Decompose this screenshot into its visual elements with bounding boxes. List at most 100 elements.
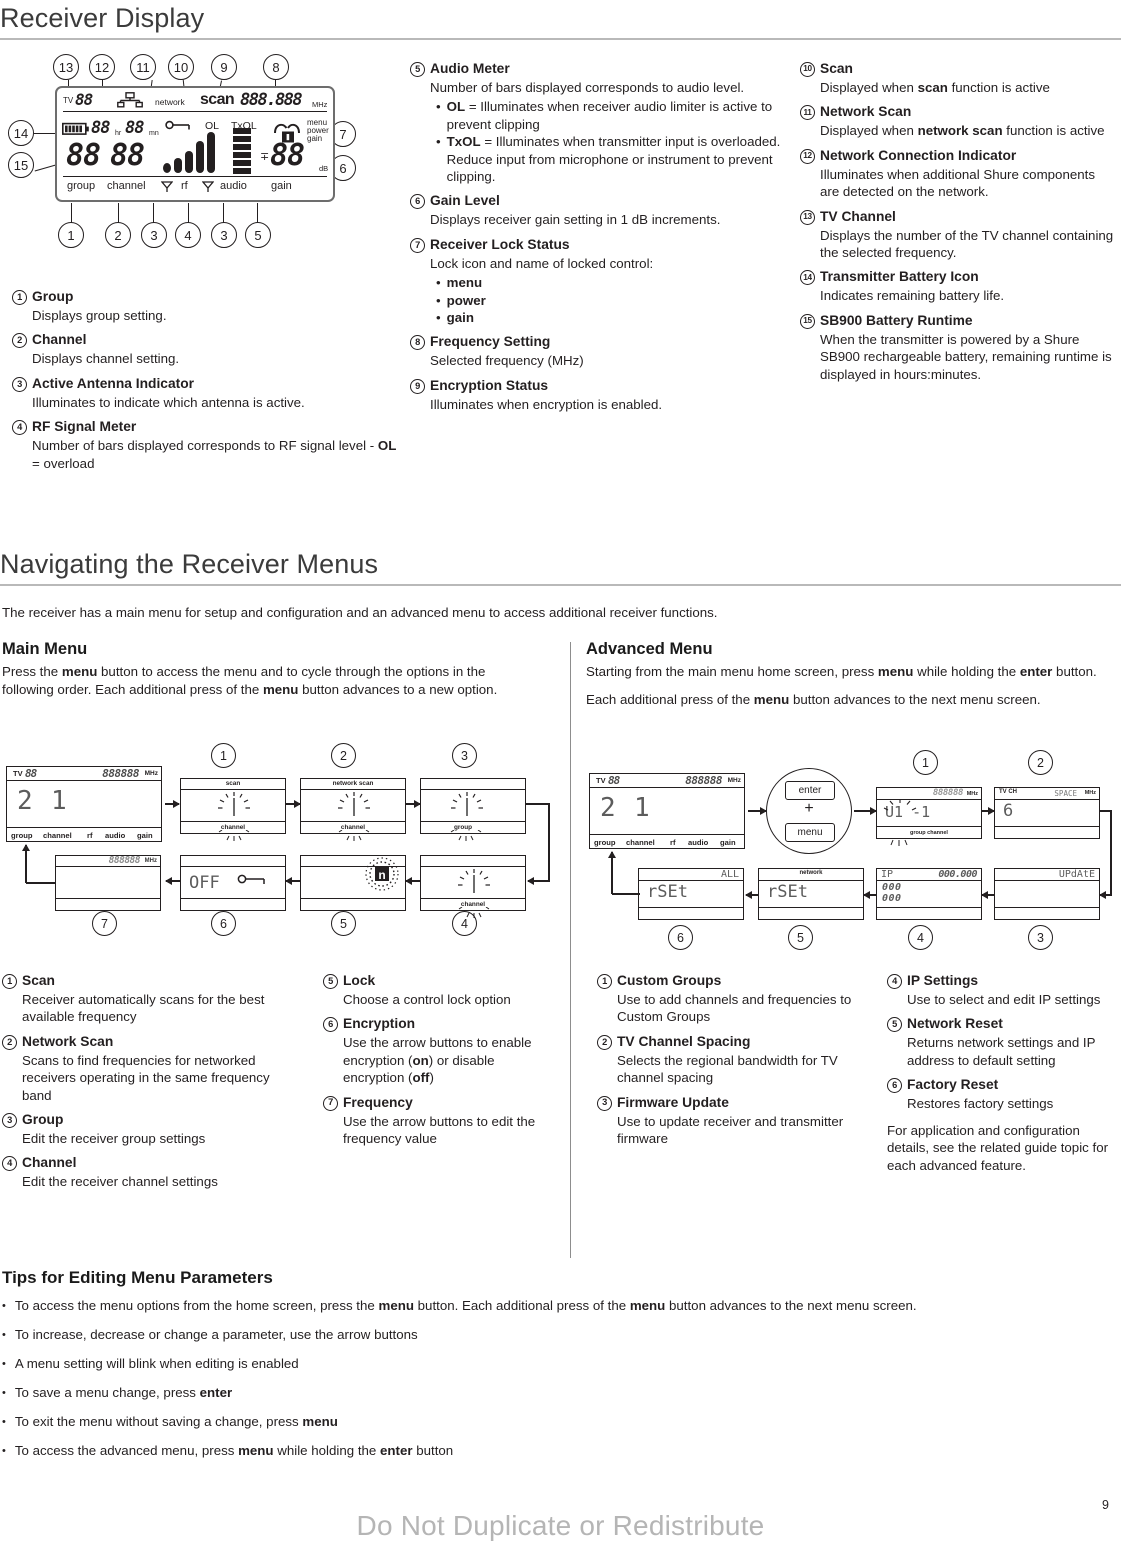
item-number: 3 bbox=[597, 1095, 612, 1111]
home-mhz-label: MHz bbox=[144, 770, 158, 777]
tip-item: • To save a menu change, press enter bbox=[2, 1384, 1117, 1402]
flow-arrow bbox=[854, 807, 877, 814]
flow-number-1: 1 bbox=[211, 743, 236, 768]
flow-number-5: 5 bbox=[331, 911, 356, 936]
item-desc: Indicates remaining battery life. bbox=[820, 288, 1005, 304]
desc-bold: OL bbox=[377, 438, 397, 454]
rf-signal-meter-icon bbox=[163, 132, 215, 173]
sub-bullet: • menu bbox=[436, 274, 782, 291]
item-title: Network Reset bbox=[907, 1016, 1003, 1032]
network-connection-icon bbox=[117, 92, 143, 108]
adv-flow-number-3: 3 bbox=[1028, 925, 1053, 950]
adv-flow-number-6: 6 bbox=[668, 925, 693, 950]
enter-button[interactable]: enter bbox=[785, 781, 835, 800]
tip-post: button advances to the next menu screen. bbox=[665, 1298, 917, 1313]
tip-item: • To increase, decrease or change a para… bbox=[2, 1326, 1117, 1344]
flow-number-6: 6 bbox=[211, 911, 236, 936]
callout-item: 15 SB900 Battery Runtime When the transm… bbox=[800, 312, 1115, 383]
svg-text:n: n bbox=[378, 868, 385, 882]
page-title: Receiver Display bbox=[0, 3, 205, 33]
intro-3: button. bbox=[1052, 664, 1097, 679]
callout-8: 8 bbox=[263, 54, 289, 80]
legend-item: 5 Lock Choose a control lock option bbox=[323, 972, 548, 1008]
item-title: Group bbox=[22, 1112, 64, 1128]
home-label-gain: gain bbox=[137, 831, 153, 840]
callout-item: 12 Network Connection Indicator Illumina… bbox=[800, 147, 1115, 201]
advanced-menu-heading: Advanced Menu bbox=[586, 640, 713, 658]
callout-item: 9 Encryption Status Illuminates when enc… bbox=[410, 377, 782, 413]
callout-4: 4 bbox=[175, 222, 201, 248]
callout-11: 11 bbox=[130, 54, 156, 80]
item-title: Channel bbox=[32, 332, 87, 348]
desc-post: = overload bbox=[32, 455, 95, 471]
bullet-dot: • bbox=[436, 99, 441, 115]
desc-post: ) bbox=[429, 1070, 434, 1086]
title-rule bbox=[0, 38, 1121, 40]
advanced-menu-intro2: Each additional press of the menu button… bbox=[586, 691, 1106, 709]
item-desc: Choose a control lock option bbox=[343, 992, 511, 1007]
sub-bullet-list: • menu • power • gain bbox=[436, 274, 782, 326]
desc-pre: Displayed when bbox=[820, 80, 918, 95]
lcd-group-label: group bbox=[67, 180, 96, 192]
desc-post: function is active bbox=[1002, 123, 1105, 139]
callout-3a: 3 bbox=[141, 222, 167, 248]
item-title: SB900 Battery Runtime bbox=[820, 312, 973, 328]
legend-item: 2 Network Scan Scans to find frequencies … bbox=[2, 1033, 277, 1104]
item-desc: Illuminates to indicate which antenna is… bbox=[32, 394, 305, 410]
adv5-network-label: network bbox=[799, 870, 823, 876]
menu-button[interactable]: menu bbox=[785, 823, 835, 842]
lcd-mhz-label: MHz bbox=[312, 100, 328, 109]
flow-wrap-line bbox=[526, 803, 550, 805]
item-number: 2 bbox=[597, 1034, 612, 1050]
item-number: 11 bbox=[800, 105, 815, 121]
intro-3: button advances to a new option. bbox=[298, 681, 498, 697]
callout-9: 9 bbox=[211, 54, 237, 80]
lcd-runtime-hours: 88 bbox=[91, 118, 111, 138]
item-desc: Selects the regional bandwidth for TV ch… bbox=[617, 1052, 838, 1086]
lcd-frequency-digits: 888.888 bbox=[240, 90, 303, 110]
item-title: Firmware Update bbox=[617, 1094, 729, 1110]
lcd-plusminus-sign: ∓ bbox=[260, 151, 270, 163]
desc-b1: on bbox=[412, 1052, 429, 1068]
item-desc: Restores factory settings bbox=[907, 1096, 1054, 1112]
flow-return-arrow bbox=[22, 844, 29, 883]
item-number: 4 bbox=[887, 974, 902, 989]
legend-item: 2 TV Channel Spacing Selects the regional… bbox=[597, 1033, 859, 1087]
item-number: 7 bbox=[410, 237, 425, 253]
advanced-screen-1: 888888 MHz U1 -1 group channel bbox=[876, 787, 982, 846]
item-desc: Displays the number of the TV channel co… bbox=[820, 227, 1114, 261]
item-title: Transmitter Battery Icon bbox=[820, 269, 979, 285]
advanced-screen-4: IP 000.000 000 000 bbox=[876, 868, 982, 920]
flow-return-line bbox=[26, 882, 56, 884]
item-title: TV Channel Spacing bbox=[617, 1033, 751, 1049]
callout-1: 1 bbox=[58, 222, 84, 248]
bullet-dot: • bbox=[2, 1358, 6, 1370]
item-desc: Scans to find frequencies for networked … bbox=[22, 1052, 270, 1103]
flow-wrap-line bbox=[548, 803, 550, 881]
item-title: Encryption bbox=[343, 1016, 416, 1032]
advanced-menu-footnote: For application and configuration detail… bbox=[887, 1122, 1109, 1173]
advanced-screen-5: network rSEt bbox=[758, 868, 864, 920]
tip-item: • To access the menu options from the ho… bbox=[2, 1297, 1117, 1315]
main-menu-intro: Press the menu button to access the menu… bbox=[2, 663, 522, 698]
blink-marks-icon bbox=[450, 830, 482, 841]
section-navigating-menus-header: Navigating the Receiver Menus bbox=[0, 548, 1121, 586]
tip-pre: To exit the menu without saving a change… bbox=[14, 1414, 303, 1429]
item-number: 3 bbox=[12, 376, 27, 392]
plus-sign: + bbox=[804, 800, 814, 817]
bullet-dot: • bbox=[2, 1416, 6, 1428]
main-screen-4: channel bbox=[420, 855, 526, 918]
callout-14: 14 bbox=[8, 120, 34, 146]
flow-arrow bbox=[527, 877, 550, 884]
item-desc: Use to update receiver and transmitter f… bbox=[617, 1113, 844, 1147]
home-group-value: 2 bbox=[17, 786, 33, 816]
lcd-rf-label: rf bbox=[181, 180, 188, 192]
blink-marks-icon bbox=[218, 830, 250, 841]
item-desc: Illuminates when additional Shure compon… bbox=[820, 166, 1095, 200]
item-desc: Displayed when scan function is active bbox=[820, 79, 1115, 96]
bullet-dot: • bbox=[2, 1300, 6, 1312]
blinking-digit-icon bbox=[338, 792, 370, 816]
adv-wrap-line bbox=[1110, 810, 1112, 895]
callout-5: 5 bbox=[245, 222, 271, 248]
tip-mid: while holding the bbox=[273, 1443, 380, 1458]
